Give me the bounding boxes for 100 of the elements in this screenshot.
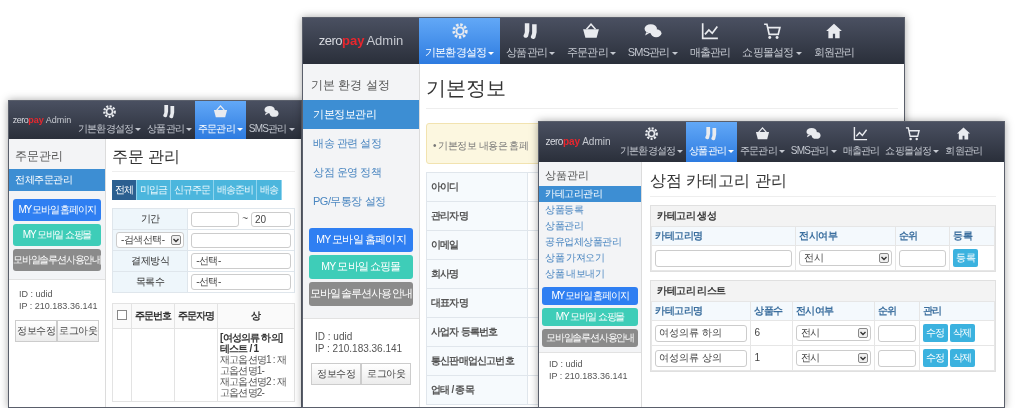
status-tab[interactable]: 미입금 [137,180,171,201]
sidebar-item[interactable]: 상점 운영 정책 [303,158,419,188]
promo-button[interactable]: 모바일솔루션사용안내 [13,249,101,272]
nav-tab[interactable]: 주문관리 [737,122,788,162]
promo-button[interactable]: MY 모바일 홈페이지 [309,228,413,253]
nav-tab[interactable]: 상품관리 [144,101,195,139]
nav-tab[interactable]: 기본환경설정 [75,101,145,139]
logo: zeropay Admin [544,135,612,149]
category-name-field[interactable]: 여성의류 하의 [655,324,748,342]
register-button[interactable]: 등록 [953,249,979,268]
nav-tab[interactable]: 주문관리 [195,101,246,139]
select-field[interactable]: 전시 [795,350,871,367]
gear-icon [450,22,469,40]
panel-heading: 카테고리 생성 [656,209,718,224]
column-header: 상품수 [750,301,793,321]
gear-icon [644,126,660,141]
sidebar-heading: 상품관리 [544,168,590,183]
nav-tab[interactable]: 매출관리 [839,122,883,162]
dropdown-arrow-icon [171,235,182,246]
user-ip-text: IP : 210.183.36.141 [314,343,404,356]
date-input-field[interactable]: 20 [251,211,291,227]
nav-tab[interactable]: 쇼핑몰설정 [882,122,943,162]
account-button[interactable]: 로그아웃 [57,320,99,343]
product-option-text: 재고옵션명1 : 재고옵션명1- [220,354,287,377]
nav-tab[interactable]: 주문관리 [561,18,622,64]
nav-tab[interactable]: 상품관리 [500,18,561,64]
notice-text: • 기본정보 내용은 홈페 [433,140,529,151]
page-title: 주문 관리 [112,139,295,173]
logo: zeropayAdmin [317,32,405,51]
category-name-field[interactable]: 여성의류 상의 [655,349,748,367]
rank-input-field[interactable] [877,324,916,342]
select-field[interactable]: -선택- [191,253,291,270]
user-id-text: ID : udid [548,358,584,371]
select-field[interactable]: 전시 [795,325,871,342]
field-label: 통신판매업신고번호 [426,346,528,376]
promo-button[interactable]: MY 모바일 쇼핑몰 [13,224,101,247]
range-separator: ~ [242,213,248,226]
status-tab[interactable]: 신규주문 [171,180,214,201]
nav-tab[interactable]: 쇼핑몰설정 [736,18,808,64]
status-tab[interactable]: 전체 [112,180,137,201]
sidebar-item[interactable]: PG/무통장 설정 [303,187,419,217]
filter-label: 기간 [112,208,188,230]
nav-tab[interactable]: 상품관리 [686,122,737,162]
socks-icon [521,22,540,40]
sidebar-item[interactable]: 기본정보관리 [303,100,419,130]
nav-tab[interactable]: SMS관리 [787,122,840,162]
nav-tab[interactable]: 기본환경설정 [419,18,501,64]
sidebar-item[interactable]: 상품 내보내기 [539,266,641,283]
promo-button[interactable]: MY 모바일 쇼핑몰 [542,308,638,327]
select-field[interactable]: 전시 [799,250,892,267]
field-label: 업태 / 종목 [426,375,528,405]
sidebar-item[interactable]: 카테고리관리 [539,186,641,203]
column-header: 순위 [874,301,919,321]
account-button[interactable]: 로그아웃 [361,363,411,386]
date-input-field[interactable] [191,211,240,227]
chat-bubbles-icon [264,104,280,119]
dropdown-arrow-icon [857,353,868,364]
action-button[interactable]: 수정 [922,349,948,368]
column-header: 카테고리명 [651,226,796,246]
nav-tab[interactable]: SMS관리 [621,18,684,64]
action-button[interactable]: 수정 [922,324,948,343]
rank-input-field[interactable] [898,249,947,267]
promo-button[interactable]: MY 모바일 홈페이지 [542,287,638,306]
checkbox[interactable] [117,309,127,320]
sidebar-item[interactable]: 공유업체상품관리 [539,234,641,251]
line-chart-icon [853,126,869,141]
nav-tab[interactable]: 기본환경설정 [617,122,687,162]
status-tab[interactable]: 배송 [257,180,282,201]
promo-button[interactable]: MY 모바일 홈페이지 [13,199,101,222]
promo-button[interactable]: MY 모바일 쇼핑몰 [309,255,413,280]
sidebar-item[interactable]: 상품등록 [539,202,641,219]
field-label: 아이디 [426,172,528,202]
user-ip-text: IP : 210.183.36.141 [548,370,629,383]
sidebar-item[interactable]: 전체주문관리 [9,169,105,192]
sidebar-item[interactable]: 상품 가져오기 [539,250,641,267]
sidebar-item[interactable]: 배송 관련 설정 [303,129,419,159]
status-tab[interactable]: 배송준비 [214,180,257,201]
field-label: 이메일 [426,230,528,260]
sidebar-item[interactable]: 상품관리 [539,218,641,235]
rank-input-field[interactable] [877,349,916,367]
account-button[interactable]: 정보수정 [15,320,57,343]
nav-tab[interactable]: 매출관리 [683,18,737,64]
select-field[interactable]: -선택- [191,274,291,291]
promo-button[interactable]: 모바일솔루션사용안내 [542,329,638,348]
account-button[interactable]: 정보수정 [311,363,361,386]
nav-tab[interactable]: 회원관리 [942,122,986,162]
user-ip-text: IP : 210.183.36.141 [18,300,99,313]
action-button[interactable]: 삭제 [949,349,975,368]
search-input-field[interactable] [191,232,291,248]
basket-icon [754,126,770,141]
column-header: 순위 [895,226,950,246]
product-count-cell: 1 [750,345,793,371]
house-icon [824,22,843,40]
nav-tab[interactable]: 회원관리 [807,18,861,64]
column-header: 등록 [949,226,995,246]
promo-button[interactable]: 모바일솔루션사용안내 [309,282,413,307]
action-button[interactable]: 삭제 [949,324,975,343]
select-field[interactable]: -검색선택- [116,232,185,249]
nav-tab[interactable]: SMS관리 [245,101,298,139]
category-name-field[interactable] [655,249,793,267]
